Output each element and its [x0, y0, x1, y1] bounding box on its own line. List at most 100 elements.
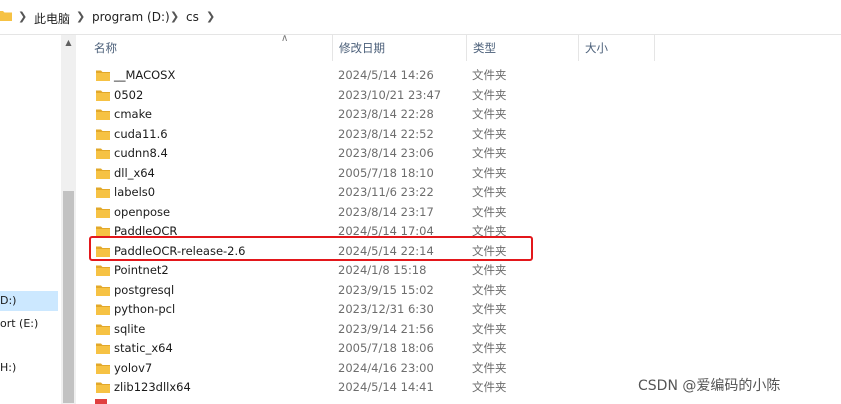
file-date-modified: 2023/11/6 23:22 [338, 185, 434, 199]
file-name: cudnn8.4 [114, 146, 168, 160]
column-type[interactable]: 类型 [466, 35, 578, 61]
file-type: 文件夹 [472, 146, 507, 160]
chevron-right-icon[interactable]: ❯ [170, 10, 179, 23]
folder-icon [96, 207, 110, 218]
file-date-modified: 2023/8/14 23:06 [338, 146, 434, 160]
file-row[interactable]: postgresql 2023/9/15 15:02 文件夹 [76, 281, 841, 300]
folder-icon [96, 324, 110, 335]
file-name: sqlite [114, 321, 146, 336]
file-row[interactable]: Pointnet2 2024/1/8 15:18 文件夹 [76, 261, 841, 280]
nav-item-drive-d[interactable]: D:) [0, 291, 58, 311]
file-type: 文件夹 [472, 263, 507, 277]
file-type: 文件夹 [472, 87, 507, 102]
folder-icon [96, 363, 110, 374]
file-name: Pointnet2 [114, 263, 169, 277]
breadcrumb-drive[interactable]: program (D:) [92, 10, 170, 24]
folder-icon [96, 109, 110, 120]
file-type: 文件夹 [472, 204, 507, 219]
chevron-right-icon: ❯ [18, 10, 28, 23]
folder-icon [96, 129, 110, 140]
file-date-modified: 2024/1/8 15:18 [338, 263, 427, 277]
breadcrumb-this-pc[interactable]: 此电脑 [34, 10, 70, 27]
watermark: CSDN @爱编码的小陈 [638, 378, 781, 394]
file-row[interactable]: cuda11.6 2023/8/14 22:52 文件夹 [76, 125, 841, 144]
file-date-modified: 2023/8/14 23:17 [338, 204, 434, 219]
folder-icon [96, 382, 110, 393]
file-row[interactable]: dll_x64 2005/7/18 18:10 文件夹 [76, 164, 841, 183]
file-date-modified: 2024/5/14 14:26 [338, 68, 434, 82]
chevron-right-icon[interactable]: ❯ [76, 10, 85, 23]
folder-icon [96, 343, 110, 354]
scrollbar-thumb[interactable] [63, 191, 74, 403]
folder-icon [96, 187, 110, 198]
file-name: postgresql [114, 282, 175, 297]
file-date-modified: 2005/7/18 18:06 [338, 341, 434, 355]
file-name: labels0 [114, 185, 156, 199]
file-name: __MACOSX [114, 68, 176, 82]
file-date-modified: 2024/4/16 23:00 [338, 360, 434, 375]
nav-item-label: H:) [0, 361, 17, 374]
file-type: 文件夹 [472, 126, 507, 141]
file-type: 文件夹 [472, 360, 507, 375]
column-name[interactable]: 名称 [88, 35, 332, 61]
highlight-box [89, 236, 533, 261]
nav-item-drive-h[interactable]: H:) [0, 358, 58, 378]
file-type: 文件夹 [472, 107, 507, 121]
file-type: 文件夹 [472, 380, 507, 394]
file-row[interactable]: sqlite 2023/9/14 21:56 文件夹 [76, 320, 841, 339]
folder-icon [96, 70, 110, 81]
file-row[interactable]: labels0 2023/11/6 23:22 文件夹 [76, 183, 841, 202]
file-name: cmake [114, 107, 152, 121]
file-name: python-pcl [114, 302, 176, 316]
file-date-modified: 2023/12/31 6:30 [338, 302, 434, 316]
file-date-modified: 2023/10/21 23:47 [338, 87, 442, 102]
file-row[interactable]: 0502 2023/10/21 23:47 文件夹 [76, 86, 841, 105]
navigation-pane: D:) ort (E:) H:) [0, 35, 60, 404]
folder-icon [0, 11, 12, 21]
address-bar[interactable]: ❯ 此电脑 ❯ program (D:) ❯ cs ❯ [0, 0, 841, 35]
file-row[interactable]: python-pcl 2023/12/31 6:30 文件夹 [76, 300, 841, 319]
file-type: 文件夹 [472, 341, 507, 355]
column-divider [654, 35, 655, 61]
file-type: 文件夹 [472, 165, 507, 180]
folder-icon [96, 304, 110, 315]
file-row[interactable]: openpose 2023/8/14 23:17 文件夹 [76, 203, 841, 222]
file-name: 0502 [114, 87, 144, 102]
file-name: cuda11.6 [114, 126, 168, 141]
file-type: 文件夹 [472, 282, 507, 297]
chevron-right-icon[interactable]: ❯ [206, 10, 215, 23]
file-row[interactable]: cudnn8.4 2023/8/14 23:06 文件夹 [76, 144, 841, 163]
nav-item-drive-e[interactable]: ort (E:) [0, 314, 58, 334]
file-name: openpose [114, 204, 171, 219]
file-name: zlib123dllx64 [114, 380, 191, 394]
file-row[interactable]: __MACOSX 2024/5/14 14:26 文件夹 [76, 66, 841, 85]
file-name: yolov7 [114, 360, 153, 375]
file-date-modified: 2023/9/14 21:56 [338, 321, 434, 336]
nav-item-label: ort (E:) [0, 317, 39, 330]
file-date-modified: 2005/7/18 18:10 [338, 165, 434, 180]
file-type: 文件夹 [472, 302, 507, 316]
breadcrumb-folder[interactable]: cs [186, 10, 199, 24]
partial-row-icon [95, 399, 107, 404]
column-header: ∧ 名称 修改日期 类型 大小 [76, 33, 841, 61]
file-type: 文件夹 [472, 68, 507, 82]
column-size[interactable]: 大小 [578, 35, 654, 61]
file-type: 文件夹 [472, 185, 507, 199]
folder-icon [96, 148, 110, 159]
file-date-modified: 2023/8/14 22:52 [338, 126, 434, 141]
file-date-modified: 2024/5/14 14:41 [338, 380, 434, 394]
nav-item-label: D:) [0, 294, 17, 307]
folder-icon [96, 265, 110, 276]
scroll-up-icon[interactable]: ▲ [63, 37, 74, 48]
folder-icon [96, 285, 110, 296]
column-date-modified[interactable]: 修改日期 [332, 35, 466, 61]
file-date-modified: 2023/8/14 22:28 [338, 107, 434, 121]
file-row[interactable]: cmake 2023/8/14 22:28 文件夹 [76, 105, 841, 124]
folder-icon [96, 90, 110, 101]
file-row[interactable]: static_x64 2005/7/18 18:06 文件夹 [76, 339, 841, 358]
folder-icon [96, 168, 110, 179]
file-date-modified: 2023/9/15 15:02 [338, 282, 434, 297]
file-type: 文件夹 [472, 321, 507, 336]
file-name: dll_x64 [114, 165, 155, 180]
nav-scrollbar[interactable]: ▲ [61, 35, 76, 404]
